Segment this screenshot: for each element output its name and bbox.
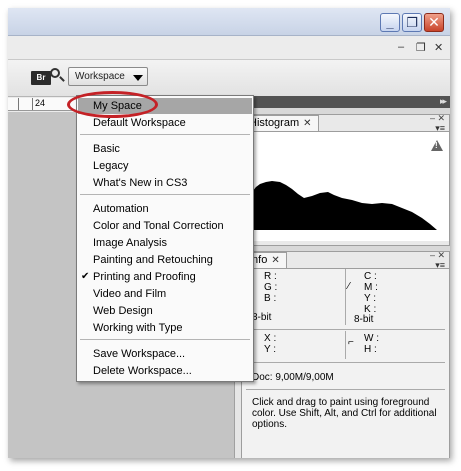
options-bar: Br Workspace: [8, 59, 450, 97]
minimize-button[interactable]: _: [380, 13, 400, 32]
info-divider: [345, 269, 346, 325]
doc-minimize-icon[interactable]: –: [398, 41, 404, 53]
tab-close-icon[interactable]: ✕: [271, 255, 279, 266]
dock-header: ▸▸: [241, 96, 450, 108]
menu-separator: [80, 339, 250, 340]
doc-restore-icon[interactable]: ❐: [416, 41, 426, 54]
info-r: R :: [264, 271, 277, 282]
menu-item-whats-new[interactable]: What's New in CS3: [78, 175, 252, 191]
ruler-tick: [32, 98, 33, 110]
info-divider: [246, 362, 445, 363]
highlight-ellipse: [67, 91, 158, 118]
info-panel: – ✕ Info✕ ▾≡ ⁄ R : G : B : 8-bit ⁄ C : M…: [241, 250, 450, 458]
menu-item-automation[interactable]: Automation: [78, 201, 252, 217]
info-m: M :: [364, 282, 378, 293]
menu-item-label: What's New in CS3: [93, 177, 188, 189]
menu-item-basic[interactable]: Basic: [78, 141, 252, 157]
menu-item-label: Image Analysis: [93, 237, 167, 249]
checkmark-icon: ✔: [81, 271, 90, 282]
eyedropper-icon: ⁄: [348, 281, 350, 292]
panel-dock: ▸▸ – ✕ Histogram✕ ▾≡ – ✕ Info✕ ▾≡: [241, 96, 450, 458]
workspace-menu: My Space Default Workspace Basic Legacy …: [76, 95, 254, 382]
info-w: W :: [364, 333, 379, 344]
menu-item-image-analysis[interactable]: Image Analysis: [78, 235, 252, 251]
menu-item-label: Automation: [93, 203, 149, 215]
menu-item-label: Save Workspace...: [93, 348, 186, 360]
ruler-label: 24: [35, 98, 46, 108]
workspace-button-label: Workspace: [75, 71, 125, 82]
menu-item-label: Legacy: [93, 160, 129, 172]
tab-histogram-label: Histogram: [249, 117, 300, 129]
menu-item-label: Working with Type: [93, 322, 183, 334]
workspace-button[interactable]: Workspace: [68, 67, 148, 86]
info-divider: [345, 331, 346, 359]
info-doc-size: Doc: 9,00M/9,00M: [252, 372, 334, 383]
info-hint: Click and drag to paint using foreground…: [252, 397, 437, 430]
histogram-panel: – ✕ Histogram ✕ ▾≡: [241, 113, 450, 246]
menu-item-legacy[interactable]: Legacy: [78, 158, 252, 174]
info-c: C :: [364, 271, 377, 282]
document-control-bar: – ❐ ✕: [8, 36, 450, 58]
menu-item-label: Painting and Retouching: [93, 254, 213, 266]
info-bitdepth-left: 8-bit: [252, 312, 272, 323]
info-bitdepth-right: 8-bit: [354, 314, 374, 325]
photoshop-window: _ ❐ ✕ – ❐ ✕ Br Workspace 24 ▸▸ – ✕ Histo…: [8, 8, 450, 458]
info-x: X :: [264, 333, 277, 344]
menu-separator: [80, 194, 250, 195]
tab-close-icon[interactable]: ✕: [303, 118, 311, 129]
menu-item-painting-retouching[interactable]: Painting and Retouching: [78, 252, 252, 268]
histogram-graph: [246, 181, 437, 230]
restore-button[interactable]: ❐: [402, 13, 422, 32]
menu-item-video-film[interactable]: Video and Film: [78, 286, 252, 302]
info-b: B :: [264, 293, 277, 304]
menu-item-working-with-type[interactable]: Working with Type: [78, 320, 252, 336]
close-icon: ✕: [428, 14, 440, 30]
close-button[interactable]: ✕: [424, 13, 444, 32]
dropdown-arrow-icon: [133, 75, 143, 81]
doc-close-icon[interactable]: ✕: [434, 41, 443, 54]
selection-size-icon: ⌐: [348, 337, 354, 348]
menu-item-web-design[interactable]: Web Design: [78, 303, 252, 319]
menu-item-label: Default Workspace: [93, 117, 186, 129]
title-bar: _ ❐ ✕: [8, 8, 450, 36]
histogram-display: [242, 131, 449, 241]
menu-item-color-tonal[interactable]: Color and Tonal Correction: [78, 218, 252, 234]
menu-item-label: Basic: [93, 143, 120, 155]
magnifier-icon: [50, 68, 60, 78]
menu-item-save-workspace[interactable]: Save Workspace...: [78, 346, 252, 362]
bridge-icon[interactable]: Br: [31, 71, 51, 85]
restore-icon: ❐: [406, 14, 418, 30]
info-body: ⁄ R : G : B : 8-bit ⁄ C : M : Y : K : 8-…: [242, 268, 449, 458]
menu-item-printing-proofing[interactable]: ✔ Printing and Proofing: [78, 269, 252, 285]
info-divider: [246, 389, 445, 390]
minimize-icon: _: [386, 15, 394, 30]
info-divider: [246, 329, 445, 330]
menu-item-label: Color and Tonal Correction: [93, 220, 224, 232]
info-y: Y :: [364, 293, 377, 304]
info-g: G :: [264, 282, 278, 293]
menu-item-label: Video and Film: [93, 288, 167, 300]
collapse-dock-icon[interactable]: ▸▸: [440, 96, 447, 107]
menu-item-label: Printing and Proofing: [93, 271, 196, 283]
menu-separator: [80, 134, 250, 135]
menu-item-label: Web Design: [93, 305, 153, 317]
info-y-coord: Y :: [264, 344, 277, 355]
menu-item-delete-workspace[interactable]: Delete Workspace...: [78, 363, 252, 379]
menu-item-label: Delete Workspace...: [93, 365, 192, 377]
info-h: H :: [364, 344, 377, 355]
ruler-tick: [18, 98, 19, 110]
